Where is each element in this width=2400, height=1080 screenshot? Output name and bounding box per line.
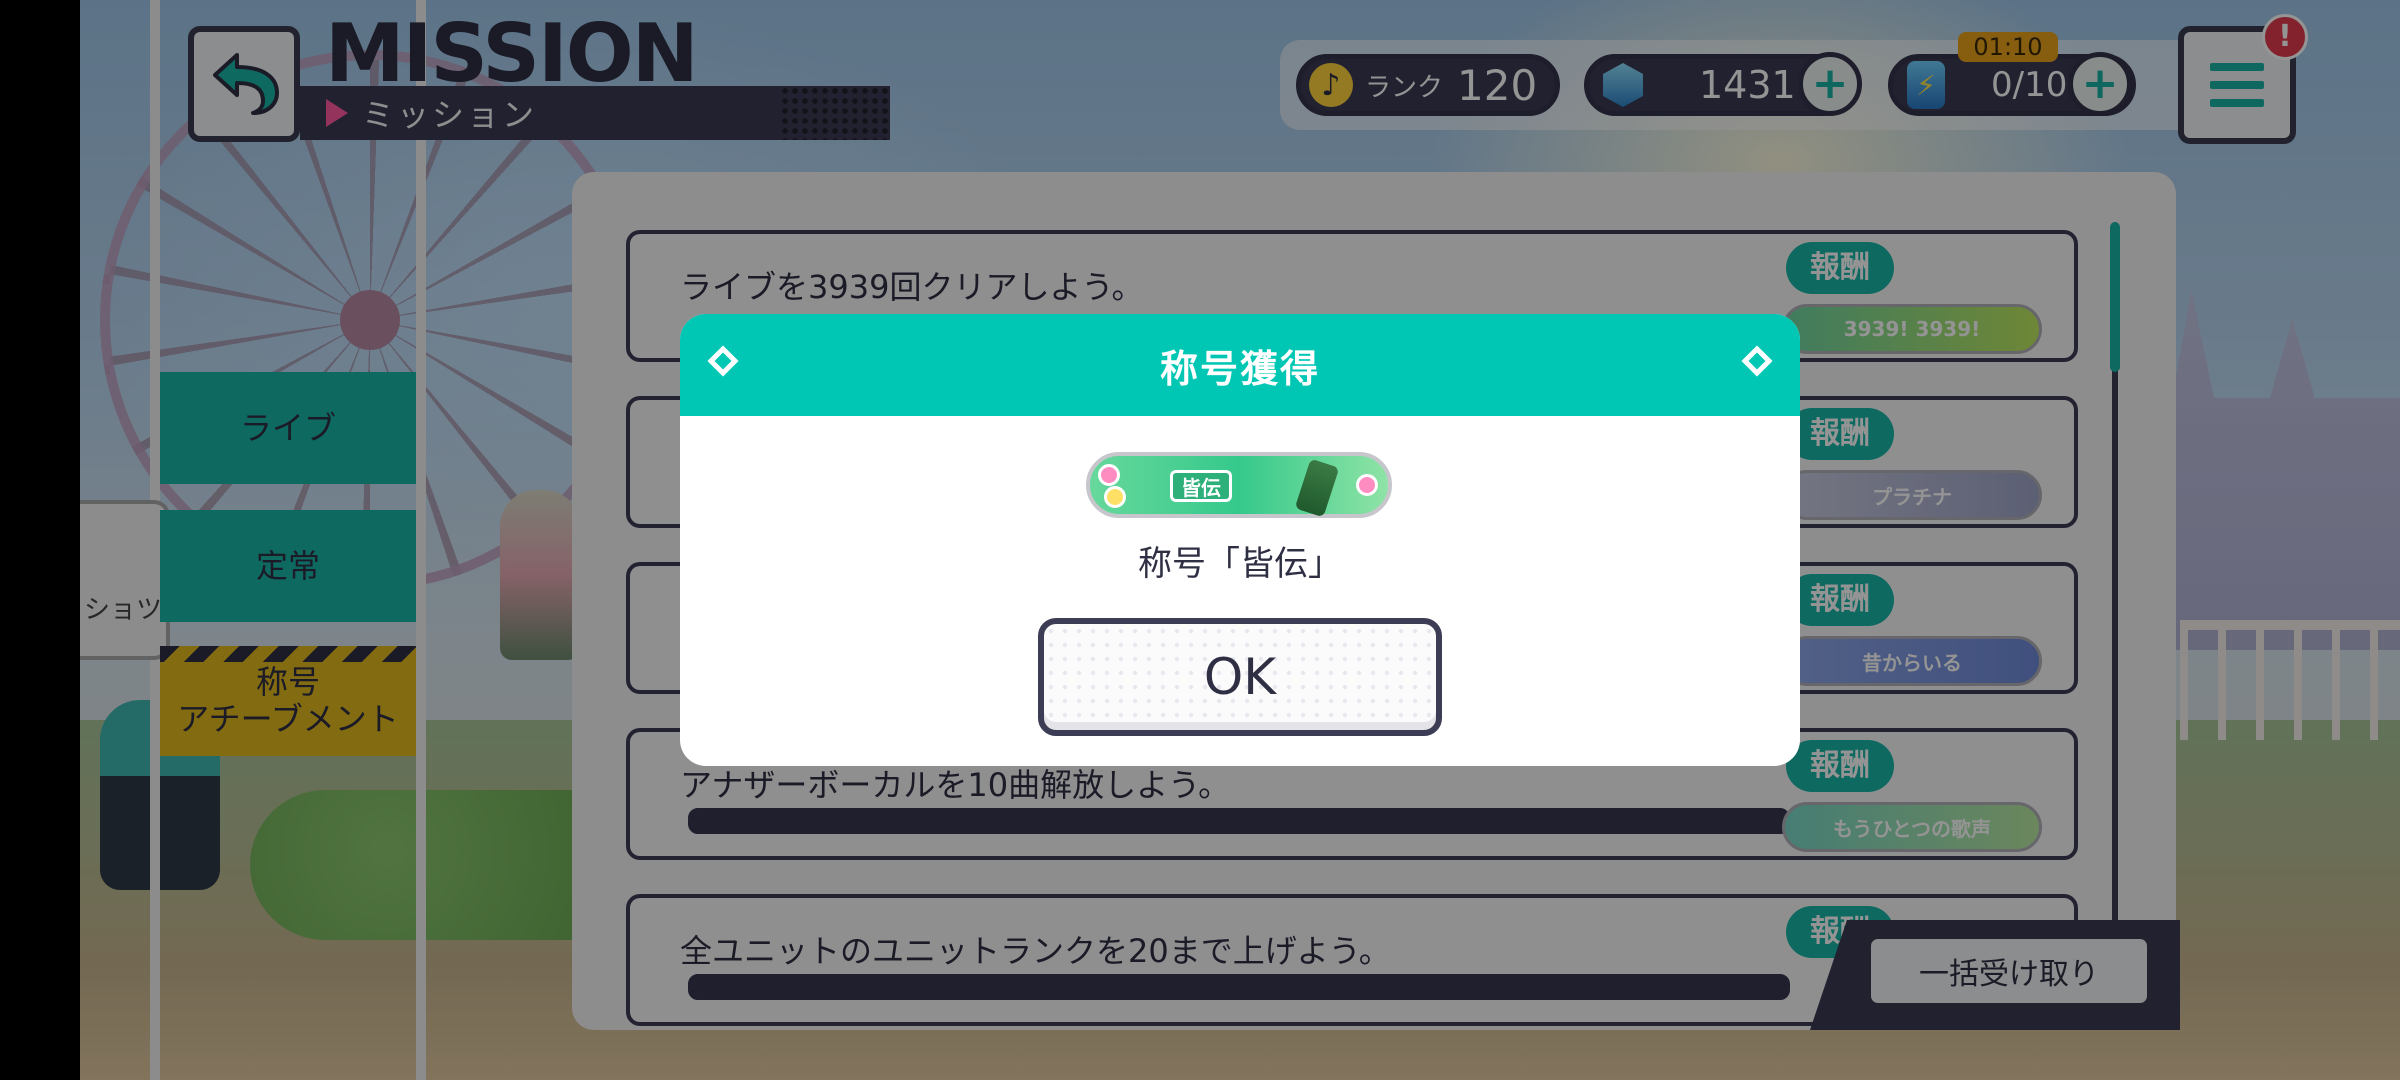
screen-edge	[0, 0, 80, 1080]
diamond-icon	[1741, 345, 1773, 377]
title-plate-image: 皆伝	[1086, 452, 1392, 518]
title-plate-text: 皆伝	[1170, 470, 1232, 502]
dialog-title: 称号獲得	[1159, 346, 1320, 391]
ok-button[interactable]: OK	[1038, 618, 1442, 736]
dialog-header: 称号獲得	[680, 314, 1800, 416]
battery-icon	[1294, 458, 1340, 518]
title-acquired-dialog: 称号獲得 皆伝 称号「皆伝」 OK	[680, 314, 1800, 766]
dialog-message: 称号「皆伝」	[1138, 544, 1342, 584]
diamond-icon	[707, 345, 739, 377]
flower-icon	[1356, 474, 1378, 496]
flower-icon	[1104, 486, 1126, 508]
flower-icon	[1098, 464, 1120, 486]
